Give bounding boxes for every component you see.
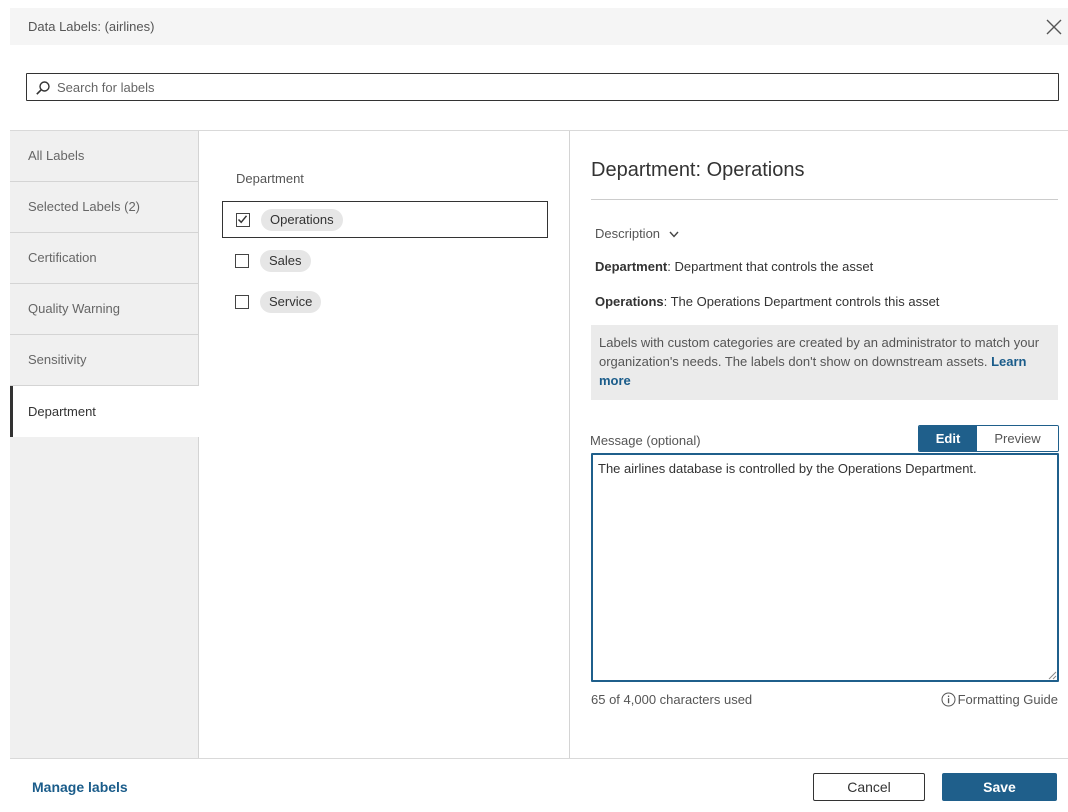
save-button[interactable]: Save [942,773,1057,801]
character-count: 65 of 4,000 characters used [591,692,753,707]
label-pill: Sales [260,250,311,272]
category-desc-text: : Department that controls the asset [667,259,874,274]
nav-item-label: Certification [28,250,97,265]
divider [591,199,1058,200]
search-icon [36,81,50,95]
search-box [26,73,1059,101]
nav-item-selected-labels[interactable]: Selected Labels (2) [10,182,199,233]
label-description: Operations: The Operations Department co… [595,294,939,309]
formatting-guide-link[interactable]: Formatting Guide [941,692,1058,707]
label-pill: Operations [261,209,343,231]
nav-item-certification[interactable]: Certification [10,233,199,284]
detail-title: Department: Operations [591,159,805,181]
formatting-guide-label: Formatting Guide [957,692,1058,707]
dialog-title: Data Labels: (airlines) [28,19,155,34]
nav-item-department[interactable]: Department [10,386,200,437]
label-row-sales[interactable]: Sales [222,243,548,280]
cancel-button[interactable]: Cancel [813,773,925,801]
label-detail-panel: Department: Operations Description Depar… [571,131,1068,758]
nav-item-quality-warning[interactable]: Quality Warning [10,284,199,335]
dialog-header: Data Labels: (airlines) [10,8,1068,45]
category-nav: All Labels Selected Labels (2) Certifica… [10,131,200,758]
message-label: Message (optional) [590,433,701,448]
description-toggle-label: Description [595,226,661,241]
label-list-panel: Department Operations Sales Service [200,131,570,758]
search-input[interactable] [57,77,1047,97]
description-toggle[interactable]: Description [595,226,679,241]
label-row-service[interactable]: Service [222,284,548,321]
chevron-down-icon [669,231,679,238]
divider [10,758,1068,759]
nav-item-label: Sensitivity [28,352,87,367]
label-row-operations[interactable]: Operations [222,201,548,238]
close-button[interactable] [1042,15,1066,39]
notice-text: Labels with custom categories are create… [599,335,1040,369]
nav-item-label: Quality Warning [28,301,120,316]
nav-item-label: Department [28,404,96,419]
category-heading: Department [236,171,304,186]
label-desc-text: : The Operations Department controls thi… [663,294,940,309]
label-checkbox[interactable] [235,254,249,268]
manage-labels-link[interactable]: Manage labels [32,779,128,795]
label-checkbox[interactable] [236,213,250,227]
label-checkbox[interactable] [235,295,249,309]
edit-preview-toggle: Edit Preview [918,425,1059,452]
data-labels-dialog: Data Labels: (airlines) All Labels Selec… [10,8,1068,812]
nav-item-all-labels[interactable]: All Labels [10,131,199,182]
category-name: Department [595,259,668,274]
nav-item-label: All Labels [28,148,85,163]
label-name: Operations [595,294,664,309]
label-pill: Service [260,291,322,313]
tab-edit[interactable]: Edit [919,426,977,451]
close-icon [1046,19,1062,35]
info-icon [941,692,956,707]
checkmark-icon [237,215,248,224]
category-description: Department: Department that controls the… [595,259,873,274]
message-textarea[interactable]: The airlines database is controlled by t… [591,453,1059,682]
nav-item-label: Selected Labels (2) [28,199,141,214]
tab-preview[interactable]: Preview [977,426,1058,451]
custom-category-notice: Labels with custom categories are create… [591,325,1058,400]
nav-item-sensitivity[interactable]: Sensitivity [10,335,199,386]
resize-grip-icon[interactable] [1047,670,1057,680]
